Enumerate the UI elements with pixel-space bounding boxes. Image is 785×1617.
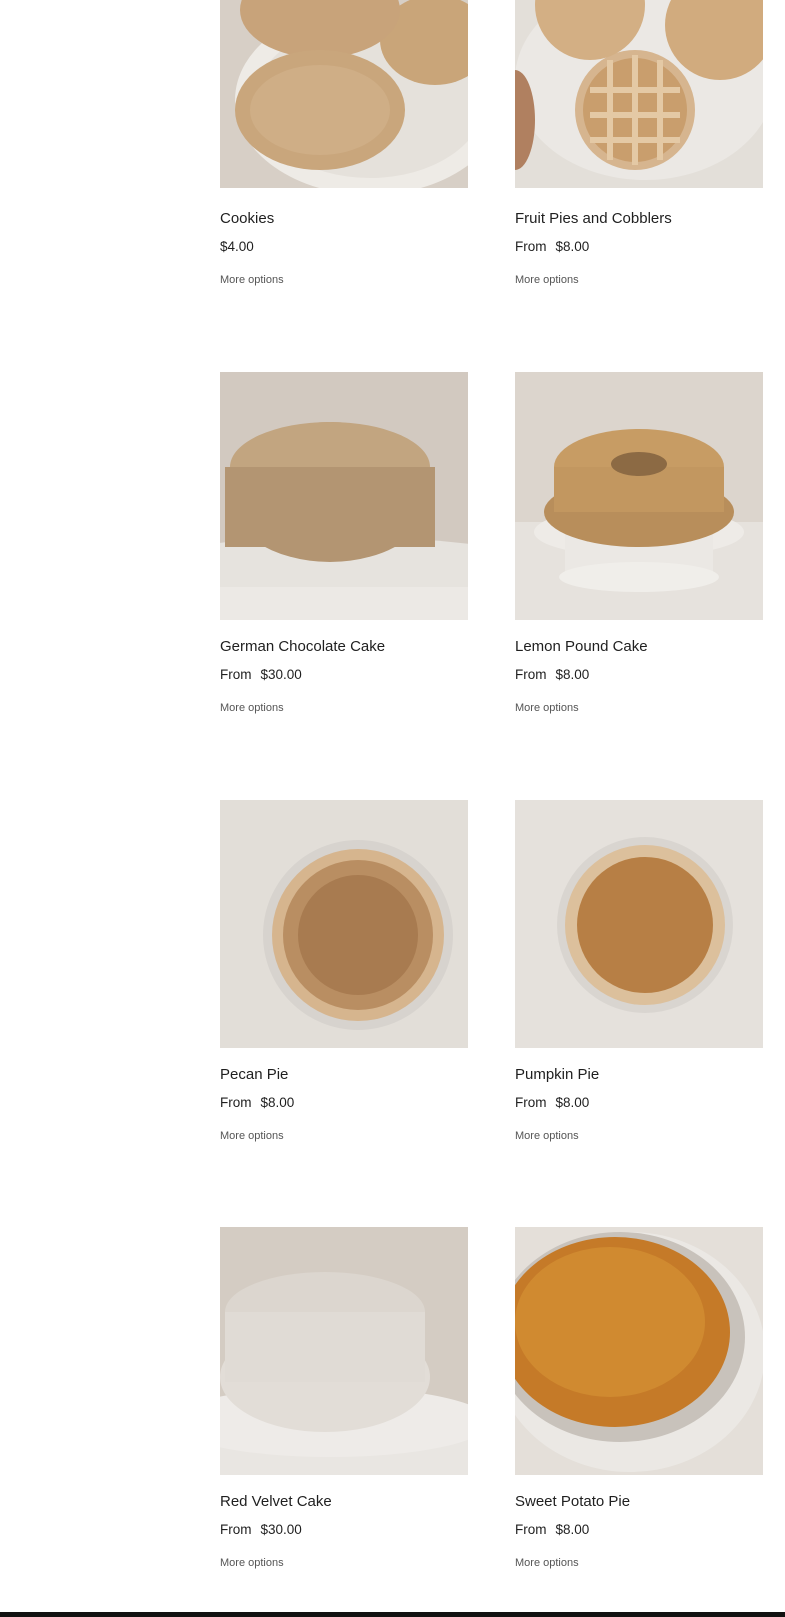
price-value: $8.00 (555, 667, 590, 682)
product-image-red-velvet-cake[interactable] (220, 1227, 468, 1475)
price-value: $30.00 (260, 1522, 302, 1537)
product-image-german-chocolate-cake[interactable] (220, 372, 468, 620)
product-image-pecan-pie[interactable] (220, 800, 468, 1048)
price-value: $8.00 (555, 1522, 590, 1537)
product-price: From $8.00 (515, 239, 589, 254)
price-value: $8.00 (260, 1095, 295, 1110)
more-options-link[interactable]: More options (515, 1130, 579, 1142)
more-options-link[interactable]: More options (220, 702, 284, 714)
product-image-sweet-potato-pie[interactable] (515, 1227, 763, 1475)
product-price: From $30.00 (220, 1522, 302, 1537)
product-name[interactable]: Pumpkin Pie (515, 1066, 599, 1083)
product-name[interactable]: Fruit Pies and Cobblers (515, 210, 672, 227)
product-price: From $30.00 (220, 667, 302, 682)
product-price: From $8.00 (515, 1522, 589, 1537)
product-name[interactable]: Pecan Pie (220, 1066, 288, 1083)
price-prefix: From (515, 1522, 547, 1537)
product-image-cookies[interactable] (220, 0, 468, 188)
more-options-link[interactable]: More options (515, 274, 579, 286)
more-options-link[interactable]: More options (220, 1557, 284, 1569)
price-value: $8.00 (555, 1095, 590, 1110)
price-prefix: From (515, 667, 547, 682)
more-options-link[interactable]: More options (220, 274, 284, 286)
product-name[interactable]: Cookies (220, 210, 274, 227)
product-name[interactable]: Lemon Pound Cake (515, 638, 648, 655)
product-price: From $8.00 (515, 667, 589, 682)
product-name[interactable]: Sweet Potato Pie (515, 1493, 630, 1510)
product-image-lemon-pound-cake[interactable] (515, 372, 763, 620)
more-options-link[interactable]: More options (220, 1130, 284, 1142)
price-value: $4.00 (220, 239, 254, 254)
price-prefix: From (220, 1522, 252, 1537)
price-prefix: From (220, 667, 252, 682)
price-prefix: From (515, 1095, 547, 1110)
product-image-fruit-pies[interactable] (515, 0, 763, 188)
more-options-link[interactable]: More options (515, 1557, 579, 1569)
more-options-link[interactable]: More options (515, 702, 579, 714)
price-prefix: From (515, 239, 547, 254)
price-value: $30.00 (260, 667, 302, 682)
product-name[interactable]: German Chocolate Cake (220, 638, 385, 655)
product-image-pumpkin-pie[interactable] (515, 800, 763, 1048)
price-prefix: From (220, 1095, 252, 1110)
product-price: From $8.00 (220, 1095, 294, 1110)
product-name[interactable]: Red Velvet Cake (220, 1493, 332, 1510)
footer-edge-bar (0, 1612, 785, 1617)
product-price: $4.00 (220, 239, 254, 254)
product-price: From $8.00 (515, 1095, 589, 1110)
price-value: $8.00 (555, 239, 590, 254)
